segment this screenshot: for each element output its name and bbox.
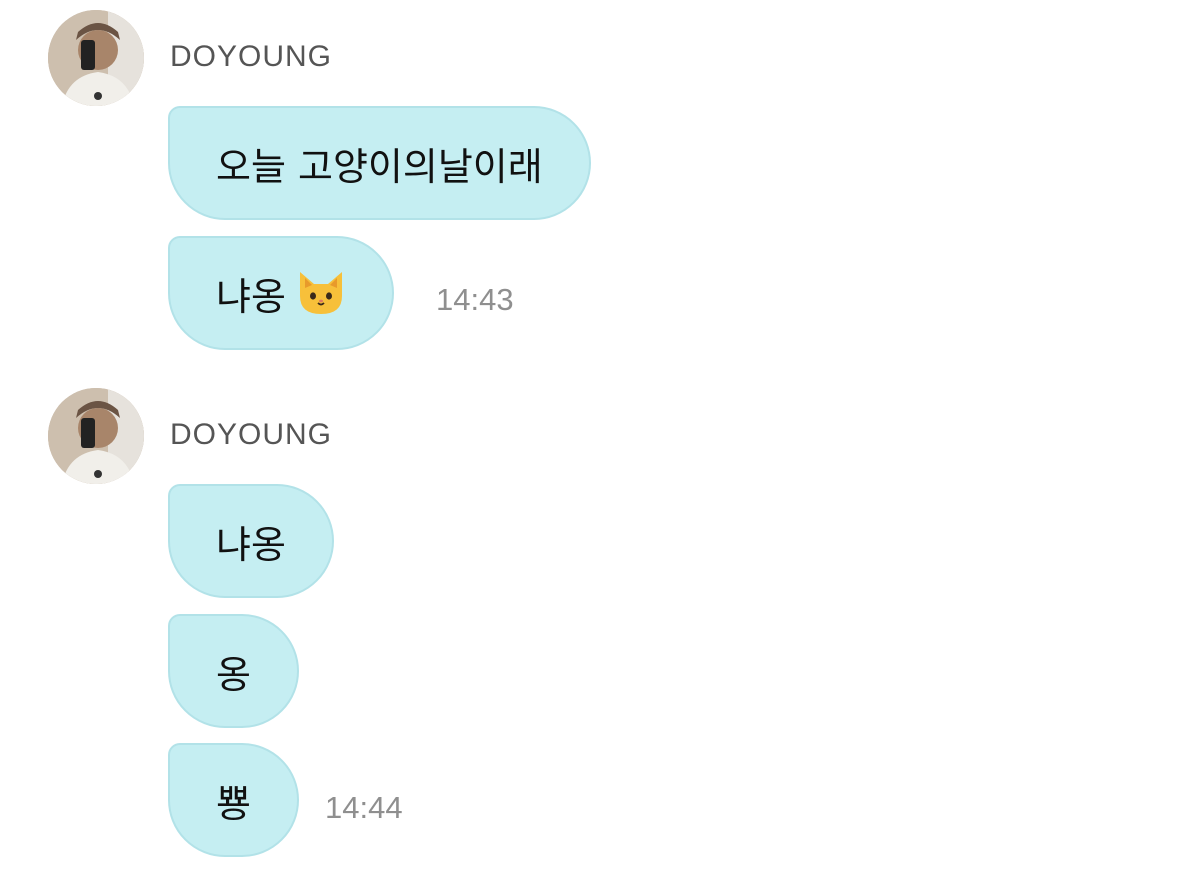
message-text: 냐옹 — [216, 522, 286, 567]
sender-name: DOYOUNG — [170, 40, 333, 73]
message-timestamp: 14:43 — [436, 282, 514, 317]
message-bubble[interactable]: 냐옹 — [168, 484, 334, 598]
message-bubble[interactable]: 오늘 고양이의날이래 — [168, 106, 591, 220]
avatar[interactable] — [48, 10, 144, 106]
cat-face-icon — [296, 270, 346, 316]
message-text: 오늘 고양이의날이래 — [216, 144, 543, 189]
message-timestamp: 14:44 — [325, 790, 403, 825]
avatar-photo-icon — [48, 10, 144, 106]
message-bubble[interactable]: 뿅 — [168, 743, 299, 857]
sender-name: DOYOUNG — [170, 418, 333, 451]
message-text: 옹 — [216, 652, 251, 697]
message-bubble[interactable]: 옹 — [168, 614, 299, 728]
chat-thread: DOYOUNG 오늘 고양이의날이래 냐옹 14:43 DOYOUNG 냐옹 옹… — [0, 0, 1179, 877]
avatar-photo-icon — [48, 388, 144, 484]
message-text: 뿅 — [216, 781, 251, 826]
message-bubble[interactable]: 냐옹 — [168, 236, 394, 350]
avatar[interactable] — [48, 388, 144, 484]
message-text: 냐옹 — [216, 274, 286, 319]
